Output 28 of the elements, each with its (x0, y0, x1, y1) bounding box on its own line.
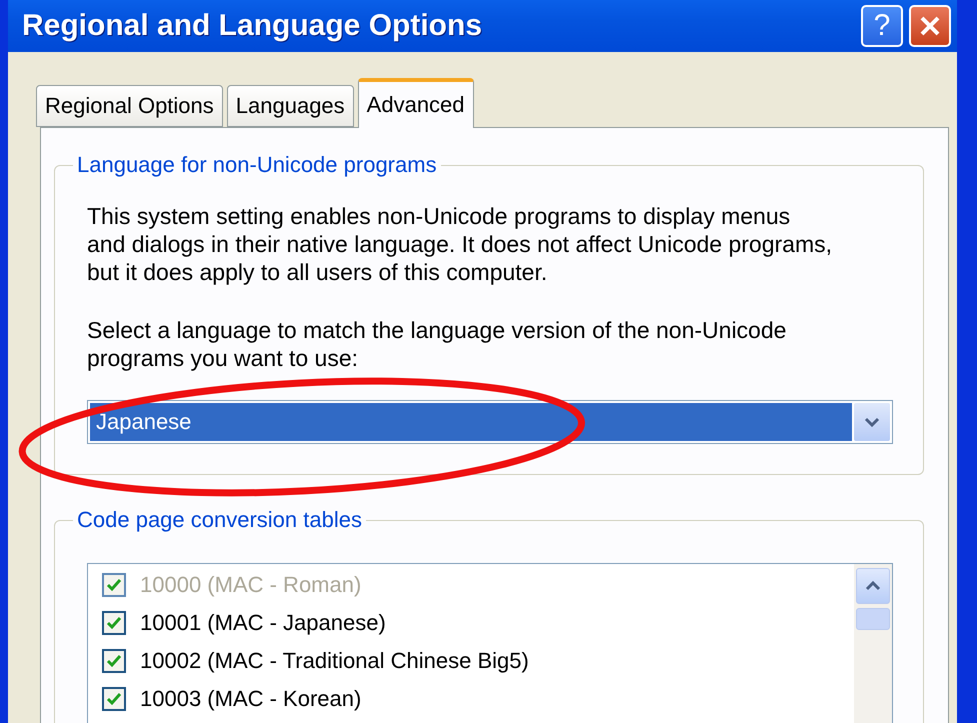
check-icon (106, 692, 122, 706)
help-button[interactable]: ? (861, 5, 903, 47)
close-icon (918, 14, 942, 38)
list-item-label: 10002 (MAC - Traditional Chinese Big5) (140, 648, 529, 674)
list-item-label: 10003 (MAC - Korean) (140, 686, 362, 712)
tab[interactable]: Regional Options (36, 85, 223, 127)
check-icon (106, 616, 122, 630)
scroll-up-button[interactable] (856, 568, 890, 604)
scroll-thumb[interactable] (856, 608, 890, 630)
list-item-label: 10001 (MAC - Japanese) (140, 610, 386, 636)
tab[interactable]: Languages (226, 85, 354, 127)
description-text: This system setting enables non-Unicode programs to display menus and dialogs in their native language. It does not affect Unicode programs, but it does apply to all users of this computer. (87, 202, 833, 286)
checkbox[interactable] (102, 649, 126, 673)
close-button[interactable] (909, 5, 951, 47)
check-icon (106, 578, 122, 592)
list-item-label: 10000 (MAC - Roman) (140, 572, 362, 598)
chevron-up-icon (865, 580, 881, 592)
checkbox[interactable] (102, 611, 126, 635)
check-icon (106, 654, 122, 668)
scrollbar[interactable] (854, 564, 892, 723)
group-title: Language for non-Unicode programs (76, 152, 438, 178)
prompt-text: Select a language to match the language version of the non-Unicode programs you want to use: (87, 316, 788, 372)
tab[interactable]: Advanced (358, 78, 474, 128)
window-title: Regional and Language Options (22, 9, 482, 43)
checkbox[interactable] (102, 687, 126, 711)
chevron-down-icon (854, 403, 890, 441)
group-title: Code page conversion tables (76, 507, 363, 533)
language-dropdown[interactable]: Japanese (87, 400, 893, 444)
